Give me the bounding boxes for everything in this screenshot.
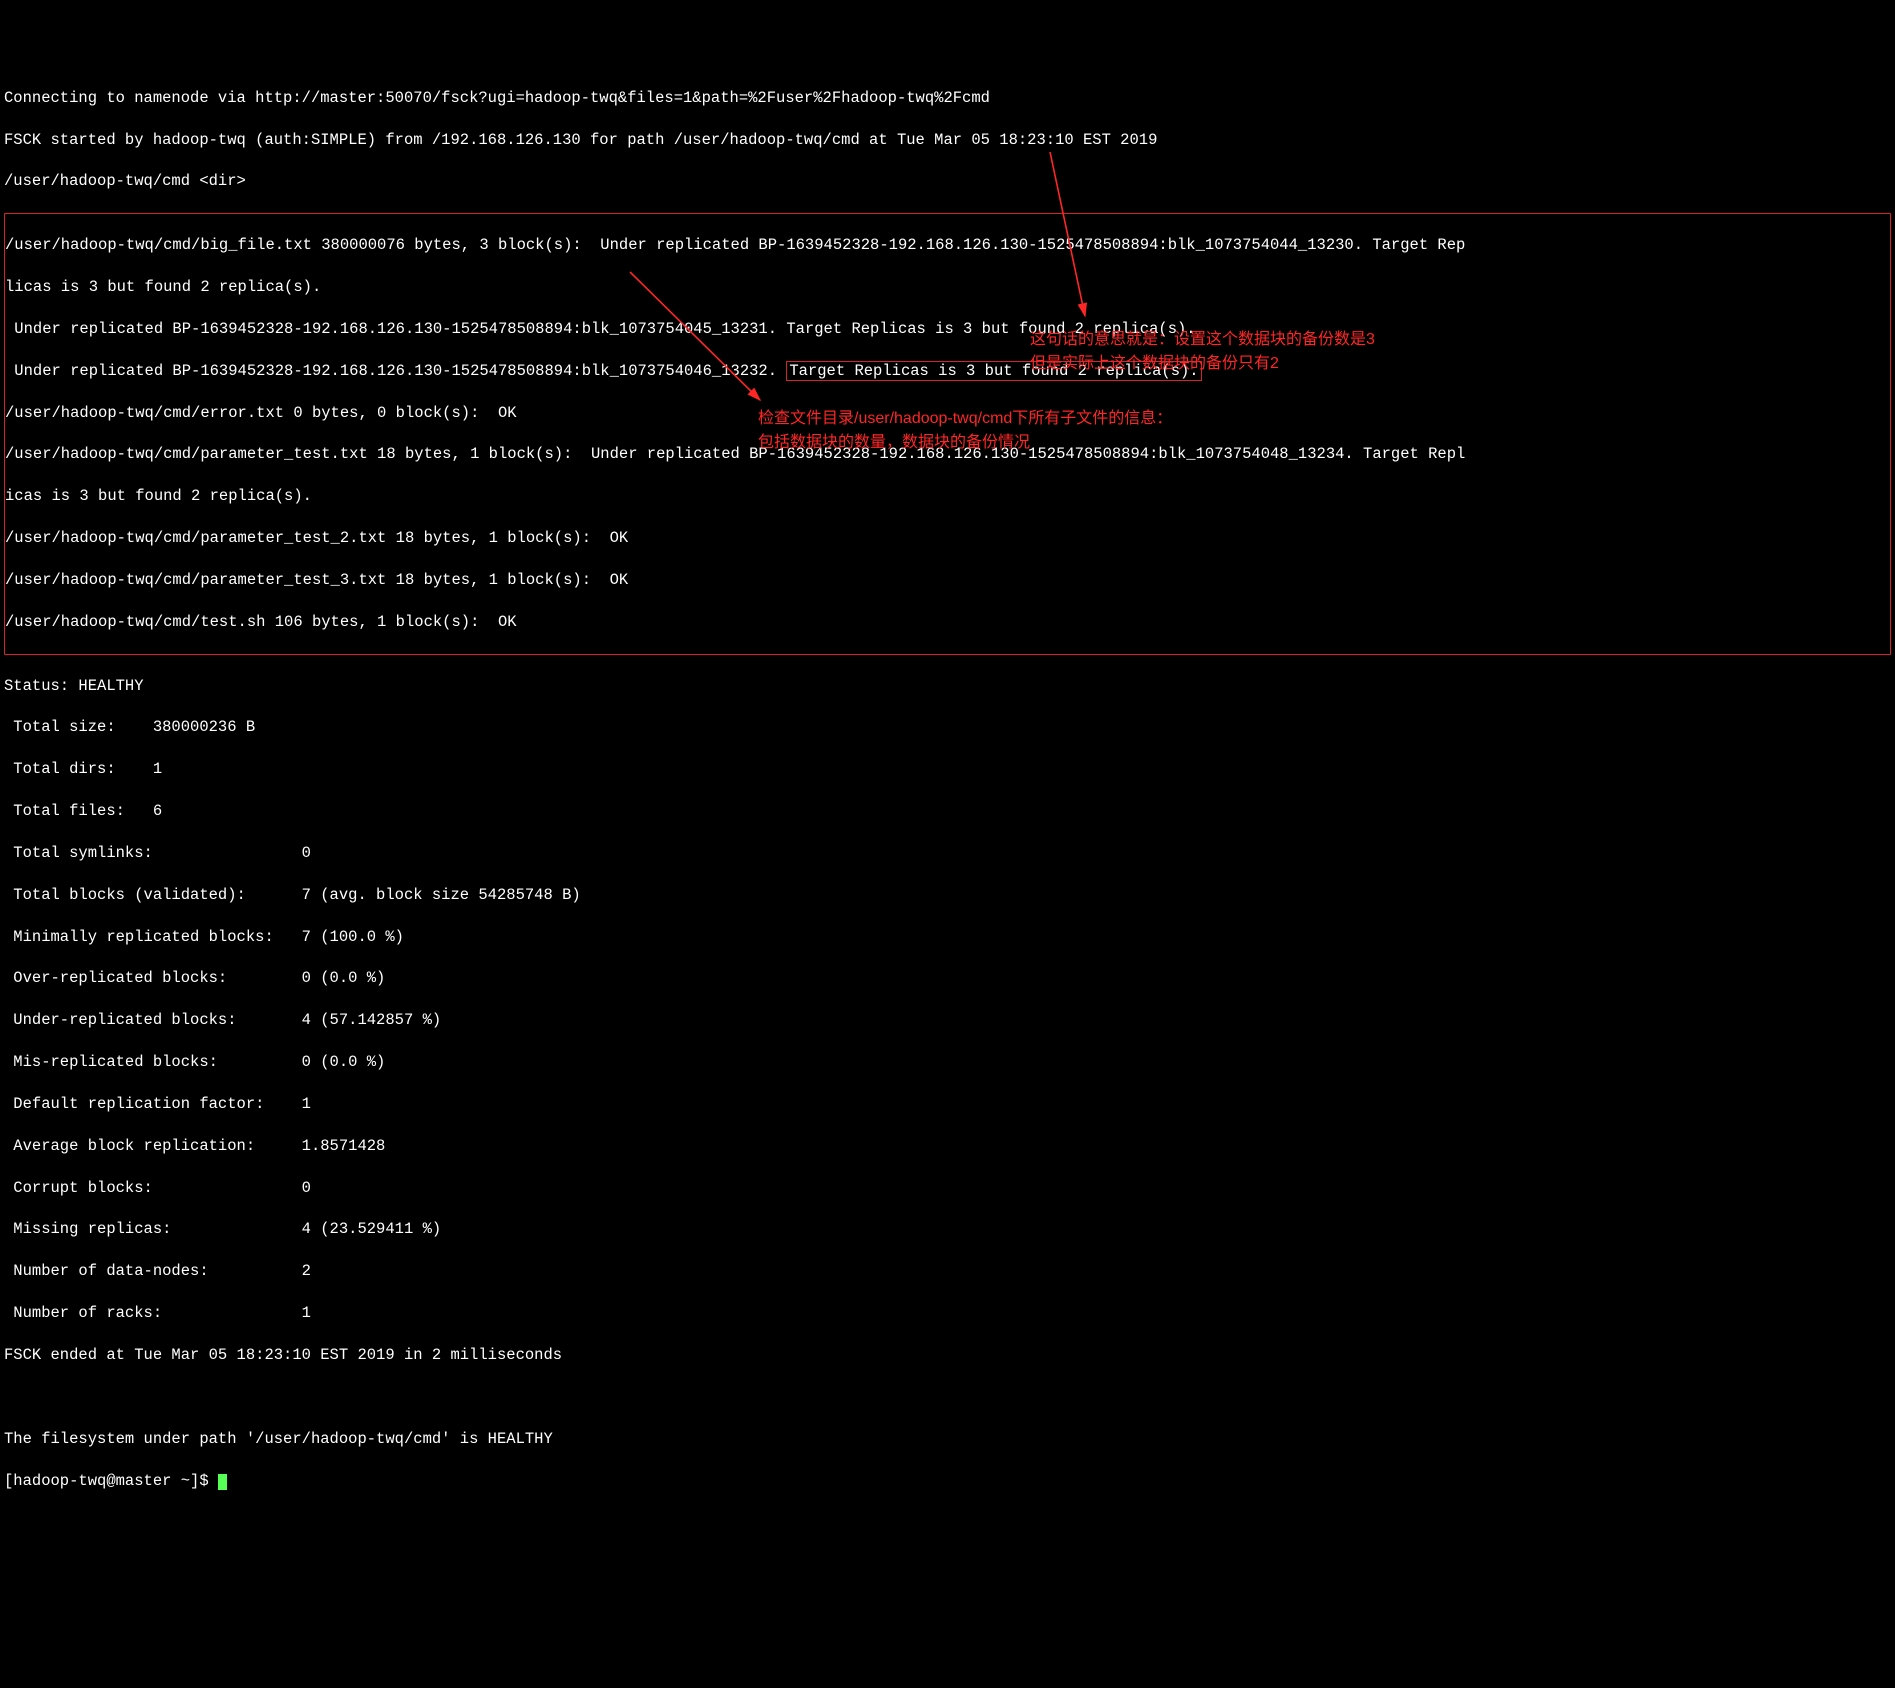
stat-avg-block-replication: Average block replication: 1.8571428 bbox=[4, 1136, 1891, 1157]
stat-corrupt-blocks: Corrupt blocks: 0 bbox=[4, 1178, 1891, 1199]
status-line: Status: HEALTHY bbox=[4, 676, 1891, 697]
annotation-target-replicas: 这句话的意思就是：设置这个数据块的备份数是3但是实际上这个数据块的备份只有2 bbox=[1030, 328, 1450, 376]
file-test-sh: /user/hadoop-twq/cmd/test.sh 106 bytes, … bbox=[5, 612, 1890, 633]
stat-over-replicated: Over-replicated blocks: 0 (0.0 %) bbox=[4, 968, 1891, 989]
stat-total-blocks: Total blocks (validated): 7 (avg. block … bbox=[4, 885, 1891, 906]
stat-default-replication: Default replication factor: 1 bbox=[4, 1094, 1891, 1115]
stat-total-files: Total files: 6 bbox=[4, 801, 1891, 822]
connecting-line: Connecting to namenode via http://master… bbox=[4, 88, 1891, 109]
fsck-ended-line: FSCK ended at Tue Mar 05 18:23:10 EST 20… bbox=[4, 1345, 1891, 1366]
fsck-started-line: FSCK started by hadoop-twq (auth:SIMPLE)… bbox=[4, 130, 1891, 151]
file-param-test-2: /user/hadoop-twq/cmd/parameter_test_2.tx… bbox=[5, 528, 1890, 549]
shell-prompt-line[interactable]: [hadoop-twq@master ~]$ bbox=[4, 1471, 1891, 1492]
stat-total-size: Total size: 380000236 B bbox=[4, 717, 1891, 738]
file-param-test-3: /user/hadoop-twq/cmd/parameter_test_3.tx… bbox=[5, 570, 1890, 591]
dir-line: /user/hadoop-twq/cmd <dir> bbox=[4, 171, 1891, 192]
file-param-test-b: icas is 3 but found 2 replica(s). bbox=[5, 486, 1890, 507]
file-big-line-b: licas is 3 but found 2 replica(s). bbox=[5, 277, 1890, 298]
stat-data-nodes: Number of data-nodes: 2 bbox=[4, 1261, 1891, 1282]
stat-under-replicated: Under-replicated blocks: 4 (57.142857 %) bbox=[4, 1010, 1891, 1031]
filesystem-healthy-line: The filesystem under path '/user/hadoop-… bbox=[4, 1429, 1891, 1450]
annotation-target-replicas-text: 这句话的意思就是：设置这个数据块的备份数是3但是实际上这个数据块的备份只有2 bbox=[1030, 331, 1375, 372]
cursor-icon bbox=[218, 1474, 227, 1490]
annotation-fsck-files-line1: 检查文件目录/user/hadoop-twq/cmd下所有子文件的信息： bbox=[758, 410, 1172, 427]
stat-missing-replicas: Missing replicas: 4 (23.529411 %) bbox=[4, 1219, 1891, 1240]
annotation-fsck-files: 检查文件目录/user/hadoop-twq/cmd下所有子文件的信息： 包括数… bbox=[758, 407, 1218, 455]
stat-racks: Number of racks: 1 bbox=[4, 1303, 1891, 1324]
under-rep-2: Under replicated BP-1639452328-192.168.1… bbox=[5, 319, 1890, 340]
file-big-line-a: /user/hadoop-twq/cmd/big_file.txt 380000… bbox=[5, 235, 1890, 256]
shell-prompt-text: [hadoop-twq@master ~]$ bbox=[4, 1472, 218, 1490]
stat-total-dirs: Total dirs: 1 bbox=[4, 759, 1891, 780]
stat-mis-replicated: Mis-replicated blocks: 0 (0.0 %) bbox=[4, 1052, 1891, 1073]
stat-total-symlinks: Total symlinks: 0 bbox=[4, 843, 1891, 864]
under-rep-3: Under replicated BP-1639452328-192.168.1… bbox=[5, 361, 1890, 382]
stat-min-replicated: Minimally replicated blocks: 7 (100.0 %) bbox=[4, 927, 1891, 948]
under-rep-3-prefix: Under replicated BP-1639452328-192.168.1… bbox=[5, 362, 786, 380]
annotation-fsck-files-line2: 包括数据块的数量，数据块的备份情况 bbox=[758, 434, 1030, 451]
